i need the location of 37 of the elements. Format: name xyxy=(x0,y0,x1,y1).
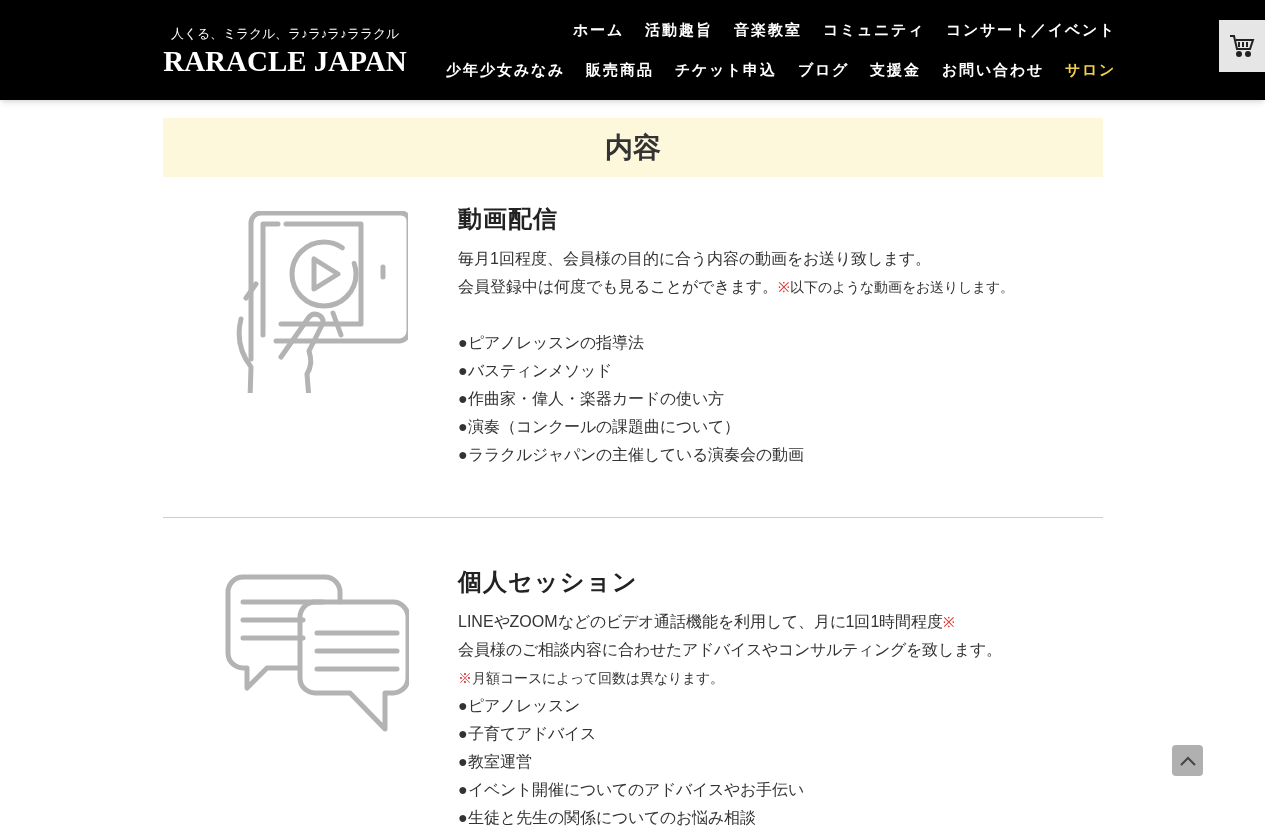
cart-icon xyxy=(1229,34,1255,58)
nav-link[interactable]: チケット申込 xyxy=(675,59,777,82)
feature-text: 会員様のご相談内容に合わせたアドバイスやコンサルティングを致します。 xyxy=(458,640,1002,660)
feature-text: ●生徒と先生の関係についてのお悩み相談 xyxy=(458,808,757,828)
feature-text: ●ララクルジャパンの主催している演奏会の動画 xyxy=(458,445,805,465)
feature-text: 毎月1回程度、会員様の目的に合う内容の動画をお送り致します。 xyxy=(458,249,932,269)
nav-link[interactable]: コミュニティ xyxy=(823,18,925,41)
feature-heading: 個人セッション xyxy=(458,567,639,597)
feature-text: ●作曲家・偉人・楽器カードの使い方 xyxy=(458,389,725,409)
nav-link[interactable]: ブログ xyxy=(798,59,849,82)
feature-text: ※月額コースによって回数は異なります。 xyxy=(458,669,725,688)
feature-text: ●バスティンメソッド xyxy=(458,361,613,381)
feature-text: ●教室運営 xyxy=(458,752,533,772)
nav-link[interactable]: 販売商品 xyxy=(586,59,654,82)
nav-link[interactable]: 音楽教室 xyxy=(734,18,802,41)
feature-text: ●演奏（コンクールの課題曲について） xyxy=(458,417,741,437)
nav-link[interactable]: 支援金 xyxy=(870,59,921,82)
nav-link[interactable]: ホーム xyxy=(573,18,624,41)
nav-link[interactable]: お問い合わせ xyxy=(942,59,1044,82)
scroll-top-button[interactable] xyxy=(1172,745,1203,776)
cart-button[interactable] xyxy=(1219,20,1265,72)
feature-text: LINEやZOOMなどのビデオ通話機能を利用して、月に1回1時間程度※ xyxy=(458,612,957,632)
feature-text: 会員登録中は何度でも見ることができます。※以下のような動画をお送りします。 xyxy=(458,277,1014,297)
section-title: 内容 xyxy=(163,118,1103,177)
site-logo[interactable]: RARACLE JAPAN xyxy=(163,47,407,77)
feature-text: ●子育てアドバイス xyxy=(458,724,597,744)
feature-text: ●イベント開催についてのアドバイスやお手伝い xyxy=(458,780,805,800)
chevron-up-icon xyxy=(1179,755,1196,766)
nav-link[interactable]: コンサート／イベント xyxy=(946,18,1116,41)
feature-heading: 動画配信 xyxy=(458,204,559,234)
nav-link[interactable]: サロン xyxy=(1065,59,1116,82)
feature-text: ●ピアノレッスン xyxy=(458,696,581,716)
feature-text: ●ピアノレッスンの指導法 xyxy=(458,333,645,353)
logo-tagline: 人くる、ミラクル、ラ♪ラ♪ラ♪ララクル xyxy=(171,24,399,43)
nav-link[interactable]: 少年少女みなみ xyxy=(446,59,565,82)
speech-bubbles-icon xyxy=(224,574,409,732)
nav-link[interactable]: 活動趣旨 xyxy=(645,18,713,41)
